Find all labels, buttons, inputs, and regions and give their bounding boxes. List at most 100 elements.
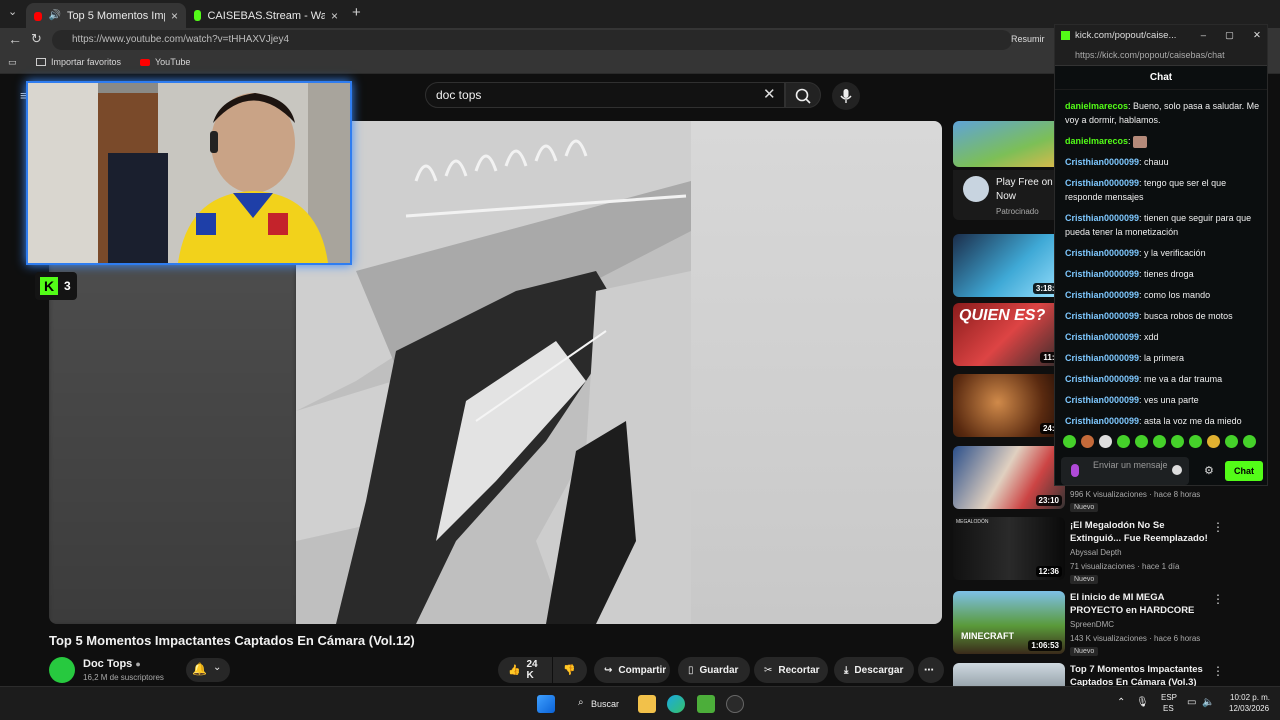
search-button[interactable] [785,82,821,108]
maximize-icon[interactable]: ▢ [1225,30,1234,41]
tab-kick[interactable]: CAISEBAS.Stream - Watch Live on × [186,3,346,28]
emote-icon[interactable] [1189,435,1202,448]
rec-channel[interactable]: SpreenDMC [1070,620,1114,629]
tray-overflow-icon[interactable]: ⌃ [1117,697,1125,708]
channel-name[interactable]: Doc Tops ● [83,658,141,670]
chat-username[interactable]: Cristhian0000099 [1065,290,1139,300]
rec-title[interactable]: ¡El Megalodón No Se Extinguió... Fue Ree… [1070,519,1210,545]
rec-title[interactable]: Top 7 Momentos Impactantes Captados En C… [1070,663,1210,686]
network-icon[interactable]: ▭ [1187,697,1196,708]
chat-input-placeholder: Enviar un mensaje [1093,460,1168,470]
download-button[interactable]: ⤓ Descargar [834,657,914,683]
share-button[interactable]: ↪ Compartir [594,657,670,683]
edge-browser-icon[interactable] [667,695,685,713]
search-input[interactable]: doc tops [425,82,785,108]
more-options-icon[interactable]: ⋮ [1212,592,1224,606]
chat-username[interactable]: Cristhian0000099 [1065,248,1139,258]
microphone-icon[interactable]: 🎙 [1136,697,1149,708]
chat-username[interactable]: Cristhian0000099 [1065,178,1139,188]
chat-username[interactable]: Cristhian0000099 [1065,395,1139,405]
back-icon[interactable]: ← [8,31,22,47]
ad-thumbnail[interactable] [953,121,1065,167]
tab-youtube[interactable]: 🔊 Top 5 Momentos Impactante × [26,3,186,28]
emote-icon[interactable] [1171,435,1184,448]
rec-thumbnail[interactable]: 24:3 [953,374,1065,437]
close-icon[interactable]: ✕ [1253,30,1261,41]
tab-list-icon[interactable]: ⌄ [8,5,17,18]
more-options-icon[interactable]: ⋮ [1212,520,1224,534]
chat-username[interactable]: Cristhian0000099 [1065,213,1139,223]
microphone-icon [840,89,852,103]
dislike-button[interactable]: 👎 [553,657,587,683]
emote-icon[interactable] [1063,435,1076,448]
rec-title[interactable]: El inicio de MI MEGA PROYECTO en HARDCOR… [1070,591,1210,617]
emote-icon[interactable] [1207,435,1220,448]
chat-message-input[interactable]: Enviar un mensaje [1061,457,1189,485]
emote-icon[interactable] [1081,435,1094,448]
chat-send-button[interactable]: Chat [1225,461,1263,481]
emote-icon[interactable] [1153,435,1166,448]
chat-username[interactable]: Cristhian0000099 [1065,374,1139,384]
volume-icon[interactable]: 🔈 [1202,697,1214,708]
rec-thumbnail[interactable]: MINECRAFT 1:06:53 [953,591,1065,654]
rec-channel[interactable]: Abyssal Depth [1070,548,1122,557]
more-options-icon[interactable]: ⋮ [1212,664,1224,678]
channel-avatar[interactable] [49,657,75,683]
clear-search-icon[interactable]: ✕ [763,85,776,103]
download-icon: ⤓ [844,664,849,676]
bookmark-import[interactable]: Importar favoritos [36,57,121,67]
emote-icon[interactable] [1117,435,1130,448]
reload-icon[interactable]: ↻ [31,31,42,47]
app-icon[interactable] [726,695,744,713]
emote-icon [1133,135,1148,148]
tab-close-icon[interactable]: × [331,9,338,23]
notifications-button[interactable]: 🔔 ⌄ [186,658,230,682]
kick-chat-window: kick.com/popout/caise... – ▢ ✕ https://k… [1054,24,1268,486]
rec-thumbnail[interactable]: 23:10 [953,446,1065,509]
emote-icon[interactable] [1225,435,1238,448]
chat-message: Cristhian0000099: ves una parte [1065,393,1261,407]
ad-title: Play Free on [996,177,1053,188]
sidebar-toggle-icon[interactable]: ▭ [8,57,17,68]
clock-date[interactable]: 12/03/2026 [1229,704,1269,713]
chat-text: : asta la voz me da miedo [1139,416,1242,426]
new-tab-button[interactable]: + [352,4,361,21]
rec-thumbnail[interactable]: MEGALODÓN 12:36 [953,517,1065,580]
rec-thumbnail[interactable]: QUIEN ES? 11:1 [953,303,1065,366]
file-explorer-icon[interactable] [638,695,656,713]
rec-thumbnail[interactable]: 3:18:0 [953,234,1065,297]
chat-username[interactable]: danielmarecos [1065,136,1128,146]
rec-thumbnail[interactable] [953,663,1065,686]
thumbnail-text: MINECRAFT [961,631,1014,641]
chat-username[interactable]: Cristhian0000099 [1065,332,1139,342]
chat-url-bar[interactable]: https://kick.com/popout/caisebas/chat [1055,46,1267,66]
minimize-icon[interactable]: – [1201,30,1206,41]
chat-username[interactable]: danielmarecos [1065,101,1128,111]
chat-username[interactable]: Cristhian0000099 [1065,353,1139,363]
more-actions-button[interactable]: ⋯ [918,657,944,683]
more-icon: ⋯ [924,664,934,676]
emote-icon[interactable] [1243,435,1256,448]
like-button[interactable]: 👍 24 K [498,657,552,683]
save-button[interactable]: ▯ Guardar [678,657,750,683]
language-top[interactable]: ESP [1161,693,1177,702]
tab-close-icon[interactable]: × [171,9,178,23]
chat-username[interactable]: Cristhian0000099 [1065,157,1139,167]
emote-icon[interactable] [1135,435,1148,448]
chat-username[interactable]: Cristhian0000099 [1065,311,1139,321]
settings-gear-icon[interactable]: ⚙ [1204,464,1214,477]
language-bottom[interactable]: ES [1163,704,1174,713]
clock-time[interactable]: 10:02 p. m. [1230,693,1270,702]
windows-start-icon[interactable] [537,695,555,713]
emoji-icon[interactable] [1172,465,1182,475]
taskbar-search-button[interactable]: ⌕ Buscar [572,693,624,715]
bookmark-youtube[interactable]: YouTube [140,57,190,67]
resume-button[interactable]: Resumir [1011,34,1045,44]
chat-username[interactable]: Cristhian0000099 [1065,269,1139,279]
minecraft-icon[interactable] [697,695,715,713]
clip-button[interactable]: ✂ Recortar [754,657,828,683]
chat-username[interactable]: Cristhian0000099 [1065,416,1139,426]
url-field[interactable]: https://www.youtube.com/watch?v=tHHAXVJj… [52,30,1012,50]
voice-search-button[interactable] [832,82,860,110]
emote-icon[interactable] [1099,435,1112,448]
